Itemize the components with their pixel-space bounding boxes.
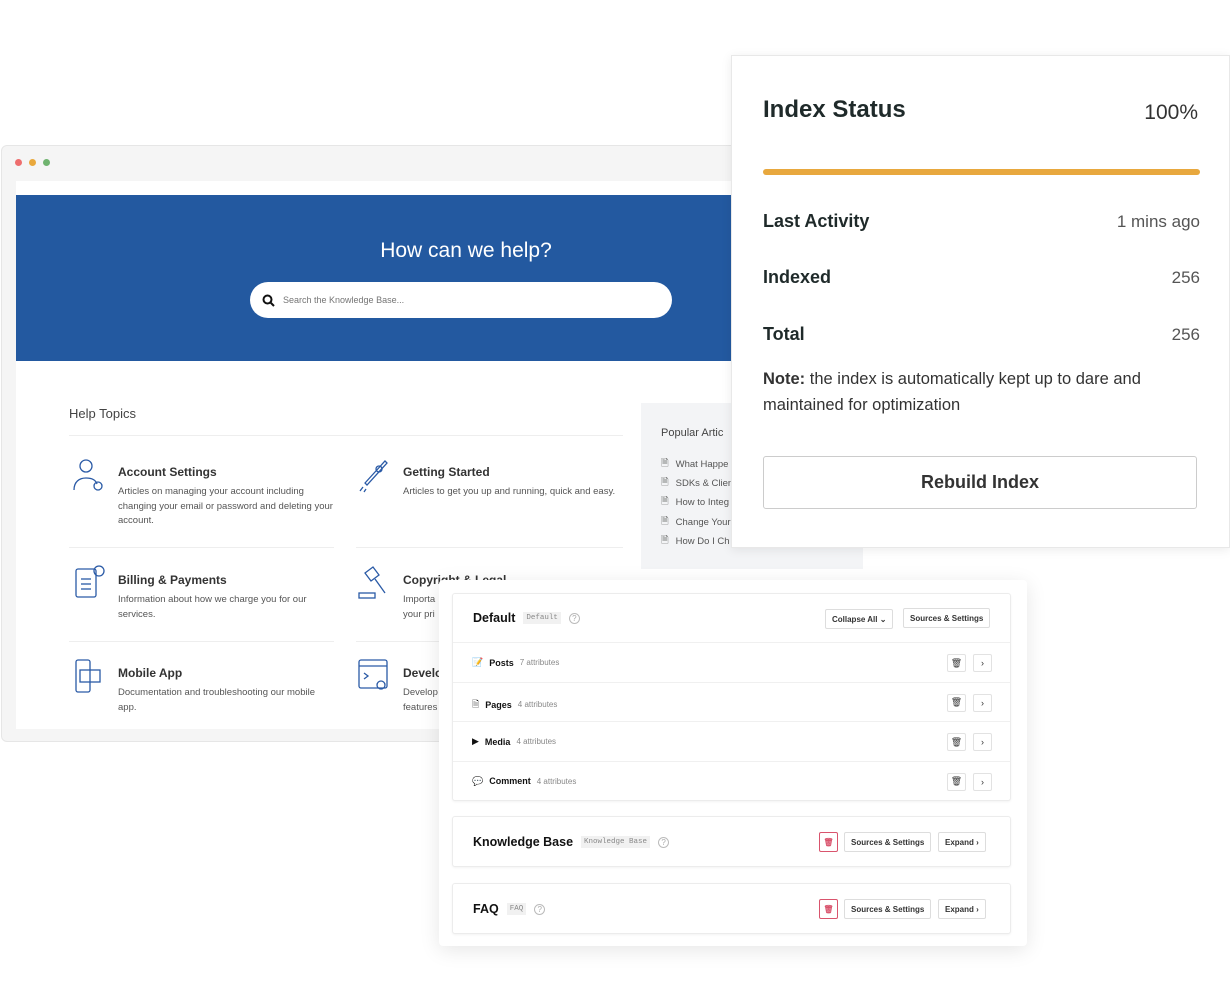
entry-attributes: 4 attributes [536, 776, 577, 786]
index-progress-bar [763, 169, 1200, 175]
index-entry-row[interactable]: 🗎 Pages 4 attributes 🗑 › [453, 681, 1010, 722]
index-tag: Default [523, 612, 561, 624]
delete-icon[interactable]: 🗑 [947, 654, 966, 672]
chevron-right-icon[interactable]: › [973, 693, 992, 712]
total-row: Total 256 [763, 324, 1200, 344]
index-status-title: Index Status [763, 96, 906, 123]
collapse-all-button[interactable]: Collapse All ⌄ [825, 609, 894, 629]
indices-panel: Default Default? Collapse All ⌄ Sources &… [439, 580, 1027, 946]
document-icon: 🗎 [661, 458, 669, 469]
entry-attributes: 7 attributes [519, 658, 560, 667]
index-entry-row[interactable]: 📝 Posts 7 attributes 🗑 › [453, 642, 1010, 682]
delete-icon[interactable]: 🗑 [819, 832, 838, 852]
document-icon: 🗎 [661, 477, 669, 488]
minimize-dot-icon[interactable] [29, 159, 36, 166]
entry-attributes: 4 attributes [517, 700, 558, 709]
document-icon: 🗎 [661, 516, 669, 527]
delete-icon[interactable]: 🗑 [819, 899, 838, 919]
search-bar[interactable] [250, 282, 672, 318]
entry-name: Posts [489, 657, 514, 668]
entry-attributes: 4 attributes [516, 737, 557, 746]
user-gear-icon [73, 459, 103, 491]
help-icon[interactable]: ? [658, 836, 670, 848]
rocket-icon [359, 460, 388, 493]
gavel-icon [358, 566, 386, 599]
help-topics-heading: Help Topics [69, 406, 136, 421]
popular-article-link[interactable]: 🗎 How to Integ [661, 494, 729, 510]
chevron-right-icon[interactable]: › [973, 654, 992, 672]
code-gear-icon [358, 659, 388, 690]
document-icon: 🗎 [661, 496, 669, 507]
delete-icon[interactable]: 🗑 [947, 772, 966, 791]
entry-type-icon: 🗎 [472, 698, 480, 709]
invoice-icon [75, 565, 105, 598]
popular-article-link[interactable]: 🗎 What Happe [661, 456, 728, 472]
close-dot-icon[interactable] [15, 159, 22, 166]
entry-name: Comment [489, 776, 531, 786]
entry-name: Media [484, 736, 511, 747]
index-card-faq: FAQ FAQ? 🗑 Sources & Settings Expand › [452, 883, 1011, 934]
mobile-icon [75, 659, 101, 693]
expand-button[interactable]: Expand › [938, 832, 986, 852]
popular-article-link[interactable]: 🗎 SDKs & Clien [661, 475, 733, 491]
index-note: Note: the index is automatically kept up… [763, 370, 1141, 414]
entry-type-icon: 📝 [472, 657, 484, 667]
last-activity-row: Last Activity 1 mins ago [763, 211, 1200, 231]
index-entry-row[interactable]: ▶ Media 4 attributes 🗑 › [453, 721, 1010, 761]
delete-icon[interactable]: 🗑 [947, 733, 966, 751]
rebuild-index-button[interactable]: Rebuild Index [763, 456, 1197, 509]
expand-button[interactable]: Expand › [938, 899, 986, 919]
index-card-knowledge-base: Knowledge Base Knowledge Base? 🗑 Sources … [452, 816, 1011, 867]
popular-article-link[interactable]: 🗎 How Do I Ch [661, 533, 730, 549]
chevron-right-icon[interactable]: › [973, 772, 992, 791]
search-input[interactable] [283, 295, 643, 305]
index-entry-row[interactable]: 💬 Comment 4 attributes 🗑 › [453, 760, 1010, 801]
sources-settings-button[interactable]: Sources & Settings [844, 899, 932, 919]
sources-settings-button[interactable]: Sources & Settings [844, 832, 932, 852]
help-icon[interactable]: ? [568, 612, 580, 624]
maximize-dot-icon[interactable] [43, 159, 50, 166]
indexed-row: Indexed 256 [763, 267, 1200, 287]
popular-article-link[interactable]: 🗎 Change Your [661, 514, 731, 530]
delete-icon[interactable]: 🗑 [947, 693, 966, 712]
entry-type-icon: 💬 [472, 775, 484, 786]
index-status-panel: Index Status 100% Last Activity 1 mins ag… [731, 55, 1230, 548]
entry-type-icon: ▶ [472, 736, 479, 746]
document-icon: 🗎 [661, 535, 669, 546]
index-percent: 100% [1144, 101, 1198, 124]
search-icon [262, 294, 275, 307]
chevron-right-icon[interactable]: › [973, 733, 992, 751]
entry-name: Pages [485, 699, 512, 710]
index-card-default: Default Default? Collapse All ⌄ Sources &… [452, 593, 1011, 801]
sources-settings-button[interactable]: Sources & Settings [903, 608, 991, 628]
help-icon[interactable]: ? [534, 903, 546, 915]
